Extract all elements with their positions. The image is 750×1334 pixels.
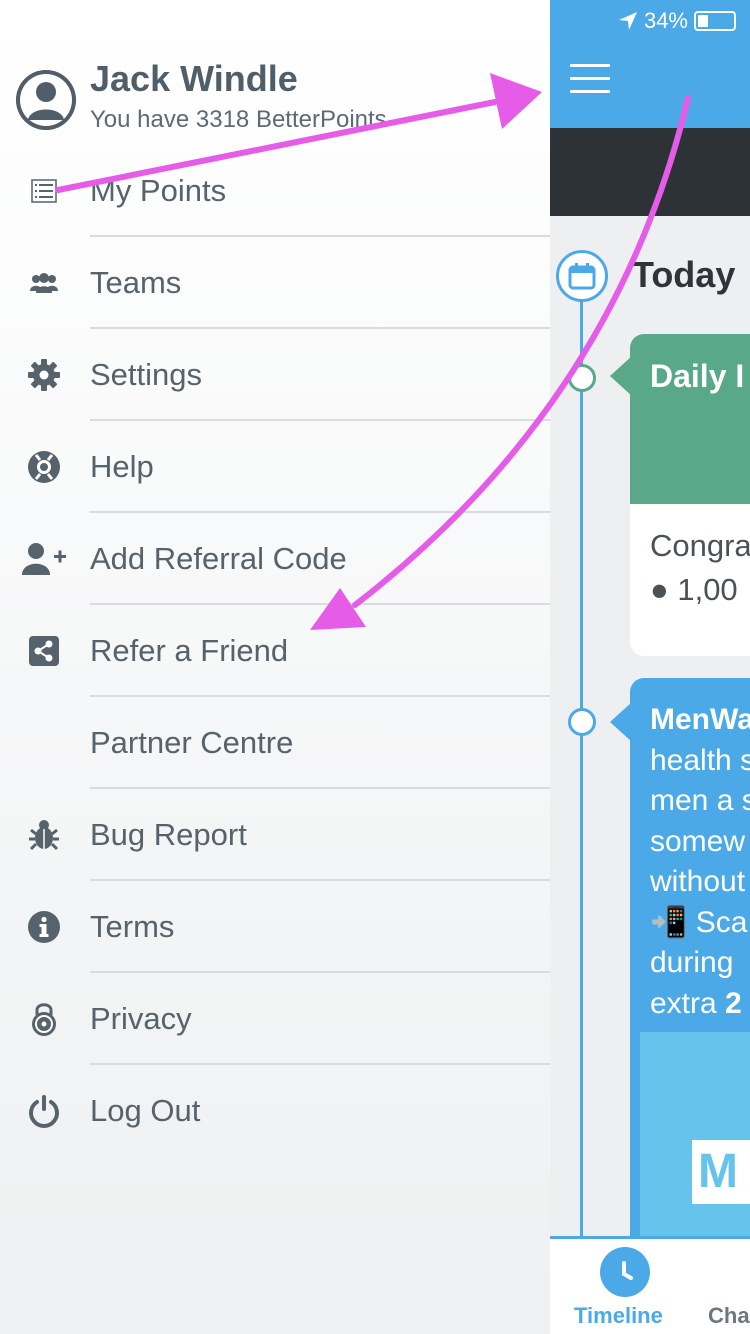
- menu-label: Settings: [90, 357, 203, 392]
- card-line: 📲 Sca: [650, 905, 748, 939]
- menu-item-my-points[interactable]: My Points: [0, 145, 550, 237]
- daily-card-bullet: ● 1,00: [650, 572, 738, 607]
- tab-chat[interactable]: Cha: [708, 1303, 750, 1329]
- timeline-line: [580, 282, 583, 1242]
- menu-item-partner-centre[interactable]: Partner Centre: [0, 697, 550, 789]
- main-timeline-view: 34% Today Daily I Congra ● 1,00 MenWa he…: [550, 0, 750, 1334]
- menu-item-bug-report[interactable]: Bug Report: [0, 789, 550, 881]
- card-line: health s: [650, 743, 750, 777]
- avatar-icon: [16, 70, 76, 130]
- subheader-band: [550, 128, 750, 216]
- menu-item-add-referral-code[interactable]: Add Referral Code: [0, 513, 550, 605]
- menwalk-card-image: [640, 1032, 750, 1242]
- share-icon: [22, 631, 66, 671]
- daily-card-text: Congra: [650, 528, 750, 563]
- menu-item-refer-a-friend[interactable]: Refer a Friend: [0, 605, 550, 697]
- battery-percent: 34%: [643, 8, 688, 33]
- profile-header[interactable]: Jack Windle You have 3318 BetterPoints: [16, 56, 550, 146]
- users-icon: [22, 263, 66, 303]
- info-icon: [22, 907, 66, 947]
- menu-item-help[interactable]: Help: [0, 421, 550, 513]
- menu-label: Refer a Friend: [90, 633, 289, 668]
- timeline-node: [568, 364, 596, 392]
- navigation-drawer: Jack Windle You have 3318 BetterPoints M…: [0, 0, 550, 1334]
- profile-name: Jack Windle: [90, 58, 298, 99]
- points-balance: You have 3318 BetterPoints: [90, 106, 387, 133]
- menwalk-logo: M: [692, 1140, 750, 1204]
- battery-icon: [694, 11, 736, 31]
- menu-item-log-out[interactable]: Log Out: [0, 1065, 550, 1157]
- bottom-tab-bar: Timeline Cha: [550, 1236, 750, 1334]
- card-line: somew: [650, 824, 746, 858]
- menu-label: Help: [90, 449, 154, 484]
- timeline-node: [568, 708, 596, 736]
- lifebuoy-icon: [22, 447, 66, 487]
- clock-icon[interactable]: [600, 1247, 650, 1297]
- card-line: men a s: [650, 784, 750, 817]
- status-bar: 34%: [618, 8, 736, 34]
- location-arrow-icon: [618, 12, 637, 30]
- timeline-section-label: Today: [632, 254, 736, 295]
- card-line-bold: 2: [725, 986, 742, 1020]
- tab-timeline[interactable]: Timeline: [574, 1303, 663, 1329]
- menu-item-teams[interactable]: Teams: [0, 237, 550, 329]
- menu-label: Terms: [90, 909, 175, 944]
- daily-card-title: Daily I: [650, 358, 745, 394]
- calendar-icon: [556, 250, 608, 302]
- padlock-icon: [22, 999, 66, 1039]
- user-plus-icon: [22, 539, 66, 579]
- menu-label: Add Referral Code: [90, 541, 347, 576]
- menu-item-privacy[interactable]: Privacy: [0, 973, 550, 1065]
- menu-item-terms[interactable]: Terms: [0, 881, 550, 973]
- menu-label: Log Out: [90, 1093, 201, 1128]
- bug-icon: [22, 815, 66, 855]
- menu-label: Bug Report: [90, 817, 247, 852]
- card-line: without: [650, 865, 746, 898]
- menu-label: Teams: [90, 265, 182, 300]
- hamburger-menu-icon[interactable]: [570, 64, 610, 94]
- card-pointer: [610, 356, 632, 396]
- menwalk-card-title: MenWa: [650, 703, 750, 736]
- app-header: 34%: [550, 0, 750, 128]
- menu-label: My Points: [90, 173, 227, 208]
- menu-item-settings[interactable]: Settings: [0, 329, 550, 421]
- menu-label: Partner Centre: [90, 725, 294, 760]
- gear-icon: [22, 355, 66, 395]
- card-line-prefix: extra: [650, 986, 726, 1020]
- menwalk-card-text: MenWa health s men a s somew without 📲 S…: [650, 700, 750, 1024]
- card-pointer: [610, 702, 632, 742]
- power-icon: [22, 1091, 66, 1131]
- card-line: during: [650, 946, 734, 979]
- list-icon: [22, 171, 66, 211]
- card-line: extra 2: [650, 984, 750, 1025]
- drawer-menu: My Points Teams Settings Help Add Referr…: [0, 145, 550, 1157]
- menu-label: Privacy: [90, 1001, 192, 1036]
